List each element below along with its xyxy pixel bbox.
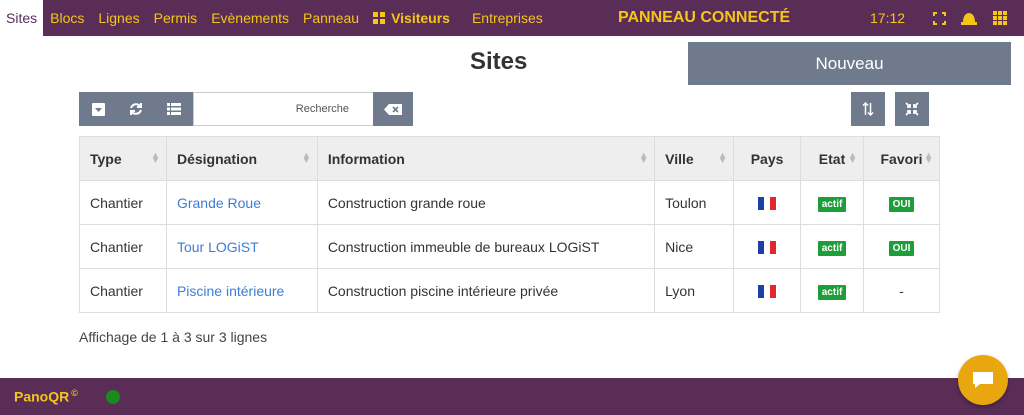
nav-blocs[interactable]: Blocs (43, 0, 91, 36)
column-header-favori[interactable]: Favori ▲ ▼ (863, 136, 940, 181)
table-row[interactable]: Chantier Piscine intérieure Construction… (79, 268, 940, 313)
new-button[interactable]: Nouveau (688, 42, 1011, 85)
status-badge: actif (817, 240, 847, 256)
nav-entreprises[interactable]: Entreprises (465, 0, 550, 36)
cell-type: Chantier (79, 224, 167, 269)
column-header-pays[interactable]: Pays (733, 136, 802, 181)
table-toolbar (79, 92, 193, 126)
table-row[interactable]: Chantier Tour LOGiST Construction immeub… (79, 224, 940, 269)
grid-icon (373, 12, 386, 24)
favorite-badge: OUI (888, 196, 915, 212)
sort-icon: ▲ ▼ (924, 150, 933, 165)
apps-grid-icon[interactable] (991, 9, 1009, 27)
site-link[interactable]: Tour LOGiST (177, 239, 259, 255)
helmet-icon[interactable] (960, 9, 978, 27)
cell-designation: Grande Roue (165, 180, 318, 225)
export-dropdown-button[interactable] (79, 92, 117, 126)
cell-pays (733, 268, 802, 313)
cell-type: Chantier (79, 180, 167, 225)
nav-sites[interactable]: Sites (0, 0, 44, 36)
page-title: Sites (470, 48, 528, 75)
cell-ville: Nice (654, 224, 735, 269)
sort-icon: ▲ ▼ (848, 150, 857, 165)
cell-information: Construction immeuble de bureaux LOGiST (316, 224, 656, 269)
cell-pays (733, 180, 802, 225)
status-badge: actif (817, 284, 847, 300)
cell-favori: OUI (863, 224, 940, 269)
cell-pays (733, 224, 802, 269)
nav-panneau[interactable]: Panneau (296, 0, 366, 36)
sites-table: Type ▲ ▼ Désignation ▲ ▼ Information ▲ ▼ Ville… (79, 136, 940, 313)
fullscreen-icon[interactable] (930, 9, 948, 27)
pagination-info: Affichage de 1 à 3 sur 3 lignes (79, 329, 268, 345)
site-link[interactable]: Piscine intérieure (177, 283, 284, 299)
status-badge: actif (817, 196, 847, 212)
bottom-bar: PanoQR © (0, 378, 1024, 415)
column-header-information[interactable]: Information ▲ ▼ (316, 136, 656, 181)
columns-toggle-button[interactable] (155, 92, 193, 126)
list-icon (167, 103, 181, 115)
cell-information: Construction piscine intérieure privée (316, 268, 656, 313)
nav-permis[interactable]: Permis (147, 0, 205, 36)
nav-evenements[interactable]: Evènements (204, 0, 296, 36)
sort-arrows-icon (862, 102, 874, 116)
column-header-designation[interactable]: Désignation ▲ ▼ (165, 136, 318, 181)
cell-designation: Piscine intérieure (165, 268, 318, 313)
cell-information: Construction grande roue (316, 180, 656, 225)
compress-icon (905, 102, 919, 116)
france-flag-icon (758, 197, 777, 211)
chat-button[interactable] (958, 355, 1008, 405)
table-header-row: Type ▲ ▼ Désignation ▲ ▼ Information ▲ ▼ Ville… (79, 136, 940, 181)
column-header-ville[interactable]: Ville ▲ ▼ (654, 136, 735, 181)
sort-icon: ▲ ▼ (718, 150, 728, 165)
backspace-icon (384, 103, 402, 115)
cell-designation: Tour LOGiST (165, 224, 318, 269)
clock: 17:12 (870, 10, 906, 26)
cell-ville: Toulon (654, 180, 735, 225)
nav-visiteurs-label: Visiteurs (391, 10, 450, 26)
cell-type: Chantier (79, 268, 167, 313)
cell-favori: - (863, 268, 940, 313)
cell-favori: OUI (863, 180, 940, 225)
site-link[interactable]: Grande Roue (177, 195, 261, 211)
chat-bubble-icon (973, 372, 993, 388)
cell-etat: actif (800, 268, 864, 313)
favorite-badge: OUI (888, 240, 915, 256)
column-header-etat[interactable]: Etat ▲ ▼ (800, 136, 864, 181)
nav-lignes[interactable]: Lignes (91, 0, 146, 36)
sort-icon: ▲ ▼ (639, 150, 649, 165)
cell-ville: Lyon (654, 268, 735, 313)
search-clear-button[interactable] (373, 92, 413, 126)
app-title: PANNEAU CONNECTÉ (618, 9, 791, 26)
search-input[interactable] (193, 92, 373, 126)
sort-icon: ▲ ▼ (151, 150, 160, 165)
top-navbar: Sites Blocs Lignes Permis Evènements Pan… (0, 0, 1024, 36)
column-header-type[interactable]: Type ▲ ▼ (79, 136, 167, 181)
nav-visiteurs[interactable]: Visiteurs (366, 0, 457, 36)
france-flag-icon (758, 285, 777, 299)
refresh-button[interactable] (117, 92, 155, 126)
table-row[interactable]: Chantier Grande Roue Construction grande… (79, 180, 940, 225)
collapse-button[interactable] (895, 92, 929, 126)
caret-down-square-icon (91, 102, 105, 116)
brand-logo: PanoQR © (14, 388, 78, 405)
cell-etat: actif (800, 224, 864, 269)
sort-button[interactable] (851, 92, 885, 126)
connection-status-indicator (106, 390, 120, 404)
sort-icon: ▲ ▼ (301, 150, 311, 165)
refresh-icon (130, 103, 142, 115)
france-flag-icon (758, 241, 777, 255)
cell-etat: actif (800, 180, 864, 225)
